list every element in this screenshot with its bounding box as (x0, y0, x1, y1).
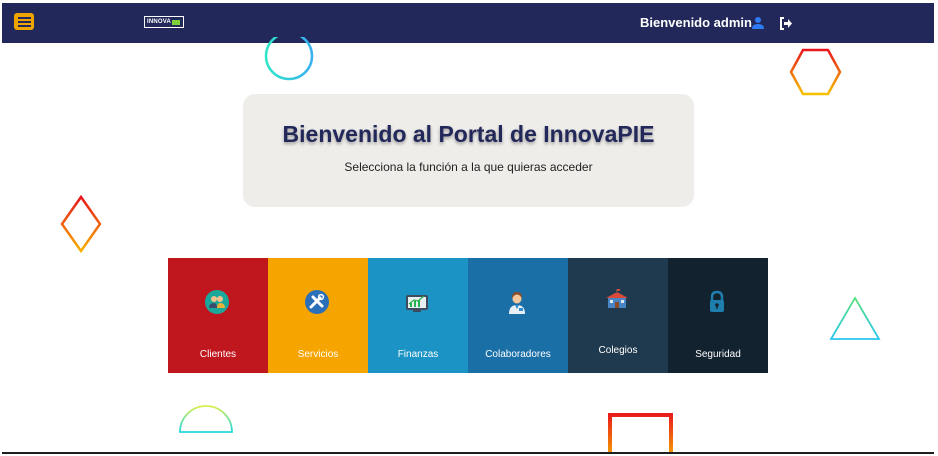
page: INNOVA Bienvenido admin Bienvenido al Po… (2, 3, 934, 454)
logo[interactable]: INNOVA (144, 16, 184, 28)
user-icon[interactable] (751, 16, 765, 30)
diamond-decoration (60, 195, 102, 254)
hamburger-icon[interactable] (14, 13, 34, 30)
logout-icon[interactable] (779, 17, 793, 30)
page-subtitle: Selecciona la función a la que quieras a… (344, 160, 593, 174)
tile-seguridad[interactable]: Seguridad (668, 258, 768, 373)
collaborator-icon (509, 292, 525, 314)
tile-label: Colaboradores (485, 349, 551, 360)
logo-accent (172, 19, 181, 25)
tile-colegios[interactable]: Colegios (568, 258, 668, 373)
tile-servicios[interactable]: Servicios (268, 258, 368, 373)
navbar: INNOVA Bienvenido admin (2, 3, 934, 43)
tile-label: Seguridad (695, 349, 741, 360)
tile-label: Colegios (598, 345, 638, 356)
triangle-decoration (829, 296, 881, 340)
tile-finanzas[interactable]: Finanzas (368, 258, 468, 373)
function-tiles: Clientes Servicios Finanzas Colaboradore… (168, 258, 768, 373)
square-decoration (608, 413, 673, 452)
lock-icon (710, 290, 724, 312)
circle-decoration (264, 37, 314, 81)
tile-label: Servicios (297, 349, 339, 360)
finance-chart-icon (406, 295, 428, 312)
tile-label: Finanzas (397, 349, 439, 360)
hexagon-decoration (789, 48, 842, 96)
tile-colaboradores[interactable]: Colaboradores (468, 258, 568, 373)
logo-text: INNOVA (147, 19, 172, 25)
tile-label: Clientes (199, 349, 237, 360)
welcome-user-text: Bienvenido admin (640, 15, 752, 30)
page-title: Bienvenido al Portal de InnovaPIE (282, 121, 655, 147)
school-icon (606, 289, 628, 308)
tools-icon (305, 290, 329, 314)
welcome-card: Bienvenido al Portal de InnovaPIE Selecc… (243, 94, 694, 207)
semicircle-decoration (179, 405, 233, 433)
clients-icon (205, 290, 229, 314)
tile-clientes[interactable]: Clientes (168, 258, 268, 373)
